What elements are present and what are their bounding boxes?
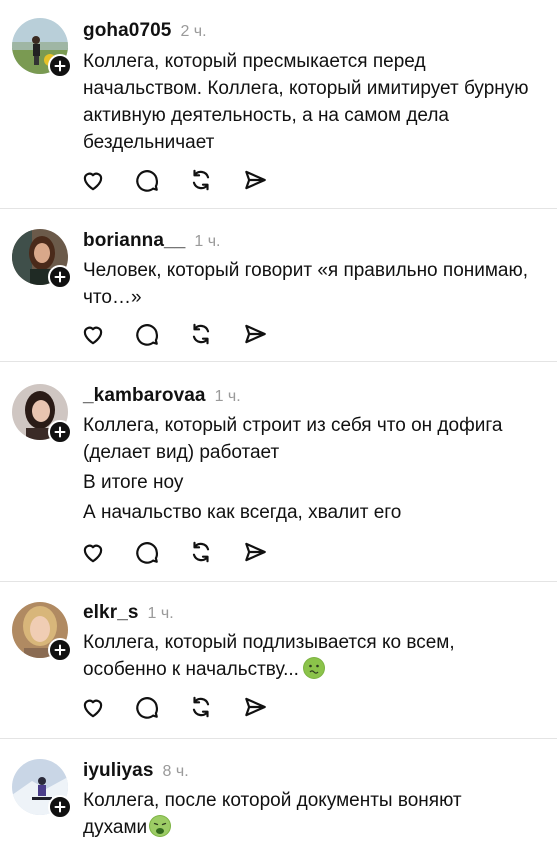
heart-icon <box>83 544 103 563</box>
send-icon <box>245 697 266 717</box>
follow-plus-icon[interactable] <box>48 265 72 289</box>
post-paragraph: Коллега, который строит из себя что он д… <box>83 415 503 463</box>
post-paragraph: В итоге ноу <box>83 472 184 493</box>
reply-button[interactable] <box>134 693 188 721</box>
comment-bubble-icon <box>136 697 159 719</box>
timestamp[interactable]: 8 ч. <box>163 763 189 781</box>
repost-button[interactable] <box>188 166 242 194</box>
avatar-button[interactable] <box>12 602 72 662</box>
post-header: borianna__ 1 ч. <box>83 230 221 252</box>
repost-icon <box>192 169 210 191</box>
post-paragraph-text: Коллега, после которой документы воняют … <box>83 790 462 838</box>
comment-bubble-icon <box>136 542 159 564</box>
post-text: Коллега, который подлизывается ко всем, … <box>83 629 533 683</box>
follow-plus-icon[interactable] <box>48 54 72 78</box>
post-header: elkr_s 1 ч. <box>83 602 174 624</box>
avatar-button[interactable] <box>12 384 72 444</box>
post-paragraph: Коллега, который пресмыкается перед нача… <box>83 51 529 153</box>
post-elkr-s: elkr_s 1 ч. Коллега, который подлизывает… <box>0 582 557 737</box>
share-button[interactable] <box>242 538 296 566</box>
comment-bubble-icon <box>136 170 159 192</box>
follow-plus-icon[interactable] <box>48 420 72 444</box>
post-paragraph-text: Коллега, который подлизывается ко всем, … <box>83 632 455 680</box>
timestamp[interactable]: 1 ч. <box>194 233 220 251</box>
send-icon <box>245 542 266 562</box>
action-bar <box>80 538 296 566</box>
timestamp[interactable]: 1 ч. <box>215 388 241 406</box>
post-header: goha0705 2 ч. <box>83 20 207 42</box>
post-paragraph: А начальство как всегда, хвалит его <box>83 502 402 523</box>
repost-icon <box>192 696 210 718</box>
repost-button[interactable] <box>188 693 242 721</box>
username[interactable]: iyuliyas <box>83 760 154 782</box>
repost-button[interactable] <box>188 538 242 566</box>
post-paragraph: Человек, который говорит «я правильно по… <box>83 260 529 308</box>
heart-icon <box>83 699 103 718</box>
comment-bubble-icon <box>136 324 159 346</box>
share-button[interactable] <box>242 693 296 721</box>
share-button[interactable] <box>242 166 296 194</box>
heart-icon <box>83 172 103 191</box>
vomiting-face-icon <box>149 815 172 837</box>
reply-button[interactable] <box>134 538 188 566</box>
post-borianna: borianna__ 1 ч. Человек, который говорит… <box>0 209 557 359</box>
send-icon <box>245 324 266 344</box>
avatar-button[interactable] <box>12 229 72 289</box>
post-header: iyuliyas 8 ч. <box>83 760 189 782</box>
follow-plus-icon[interactable] <box>48 795 72 819</box>
username[interactable]: goha0705 <box>83 20 171 42</box>
like-button[interactable] <box>80 538 134 566</box>
timestamp[interactable]: 2 ч. <box>180 23 206 41</box>
avatar-button[interactable] <box>12 18 72 78</box>
post-text: Коллега, который строит из себя что он д… <box>83 412 533 526</box>
like-button[interactable] <box>80 320 134 348</box>
action-bar <box>80 693 296 721</box>
timestamp[interactable]: 1 ч. <box>148 605 174 623</box>
send-icon <box>245 170 266 190</box>
post-header: _kambarovaa 1 ч. <box>83 385 241 407</box>
post-text: Коллега, после которой документы воняют … <box>83 787 503 841</box>
post-text: Коллега, который пресмыкается перед нача… <box>83 48 533 156</box>
action-bar <box>80 320 296 348</box>
post-paragraph: Коллега, который подлизывается ко всем, … <box>83 629 533 683</box>
action-bar <box>80 166 296 194</box>
post-goha0705: goha0705 2 ч. Коллега, который пресмыкае… <box>0 0 557 206</box>
repost-icon <box>192 323 210 345</box>
post-kambarovaa: _kambarovaa 1 ч. Коллега, который строит… <box>0 362 557 580</box>
reply-button[interactable] <box>134 166 188 194</box>
reply-button[interactable] <box>134 320 188 348</box>
username[interactable]: _kambarovaa <box>83 385 206 407</box>
username[interactable]: borianna__ <box>83 230 185 252</box>
post-iyuliyas: iyuliyas 8 ч. Коллега, после которой док… <box>0 739 557 850</box>
post-paragraph: Коллега, после которой документы воняют … <box>83 787 503 841</box>
like-button[interactable] <box>80 693 134 721</box>
username[interactable]: elkr_s <box>83 602 139 624</box>
follow-plus-icon[interactable] <box>48 638 72 662</box>
repost-icon <box>192 541 210 563</box>
like-button[interactable] <box>80 166 134 194</box>
nauseated-face-icon <box>302 657 325 679</box>
avatar-button[interactable] <box>12 759 72 819</box>
post-text: Человек, который говорит «я правильно по… <box>83 257 533 311</box>
heart-icon <box>83 326 103 345</box>
repost-button[interactable] <box>188 320 242 348</box>
share-button[interactable] <box>242 320 296 348</box>
